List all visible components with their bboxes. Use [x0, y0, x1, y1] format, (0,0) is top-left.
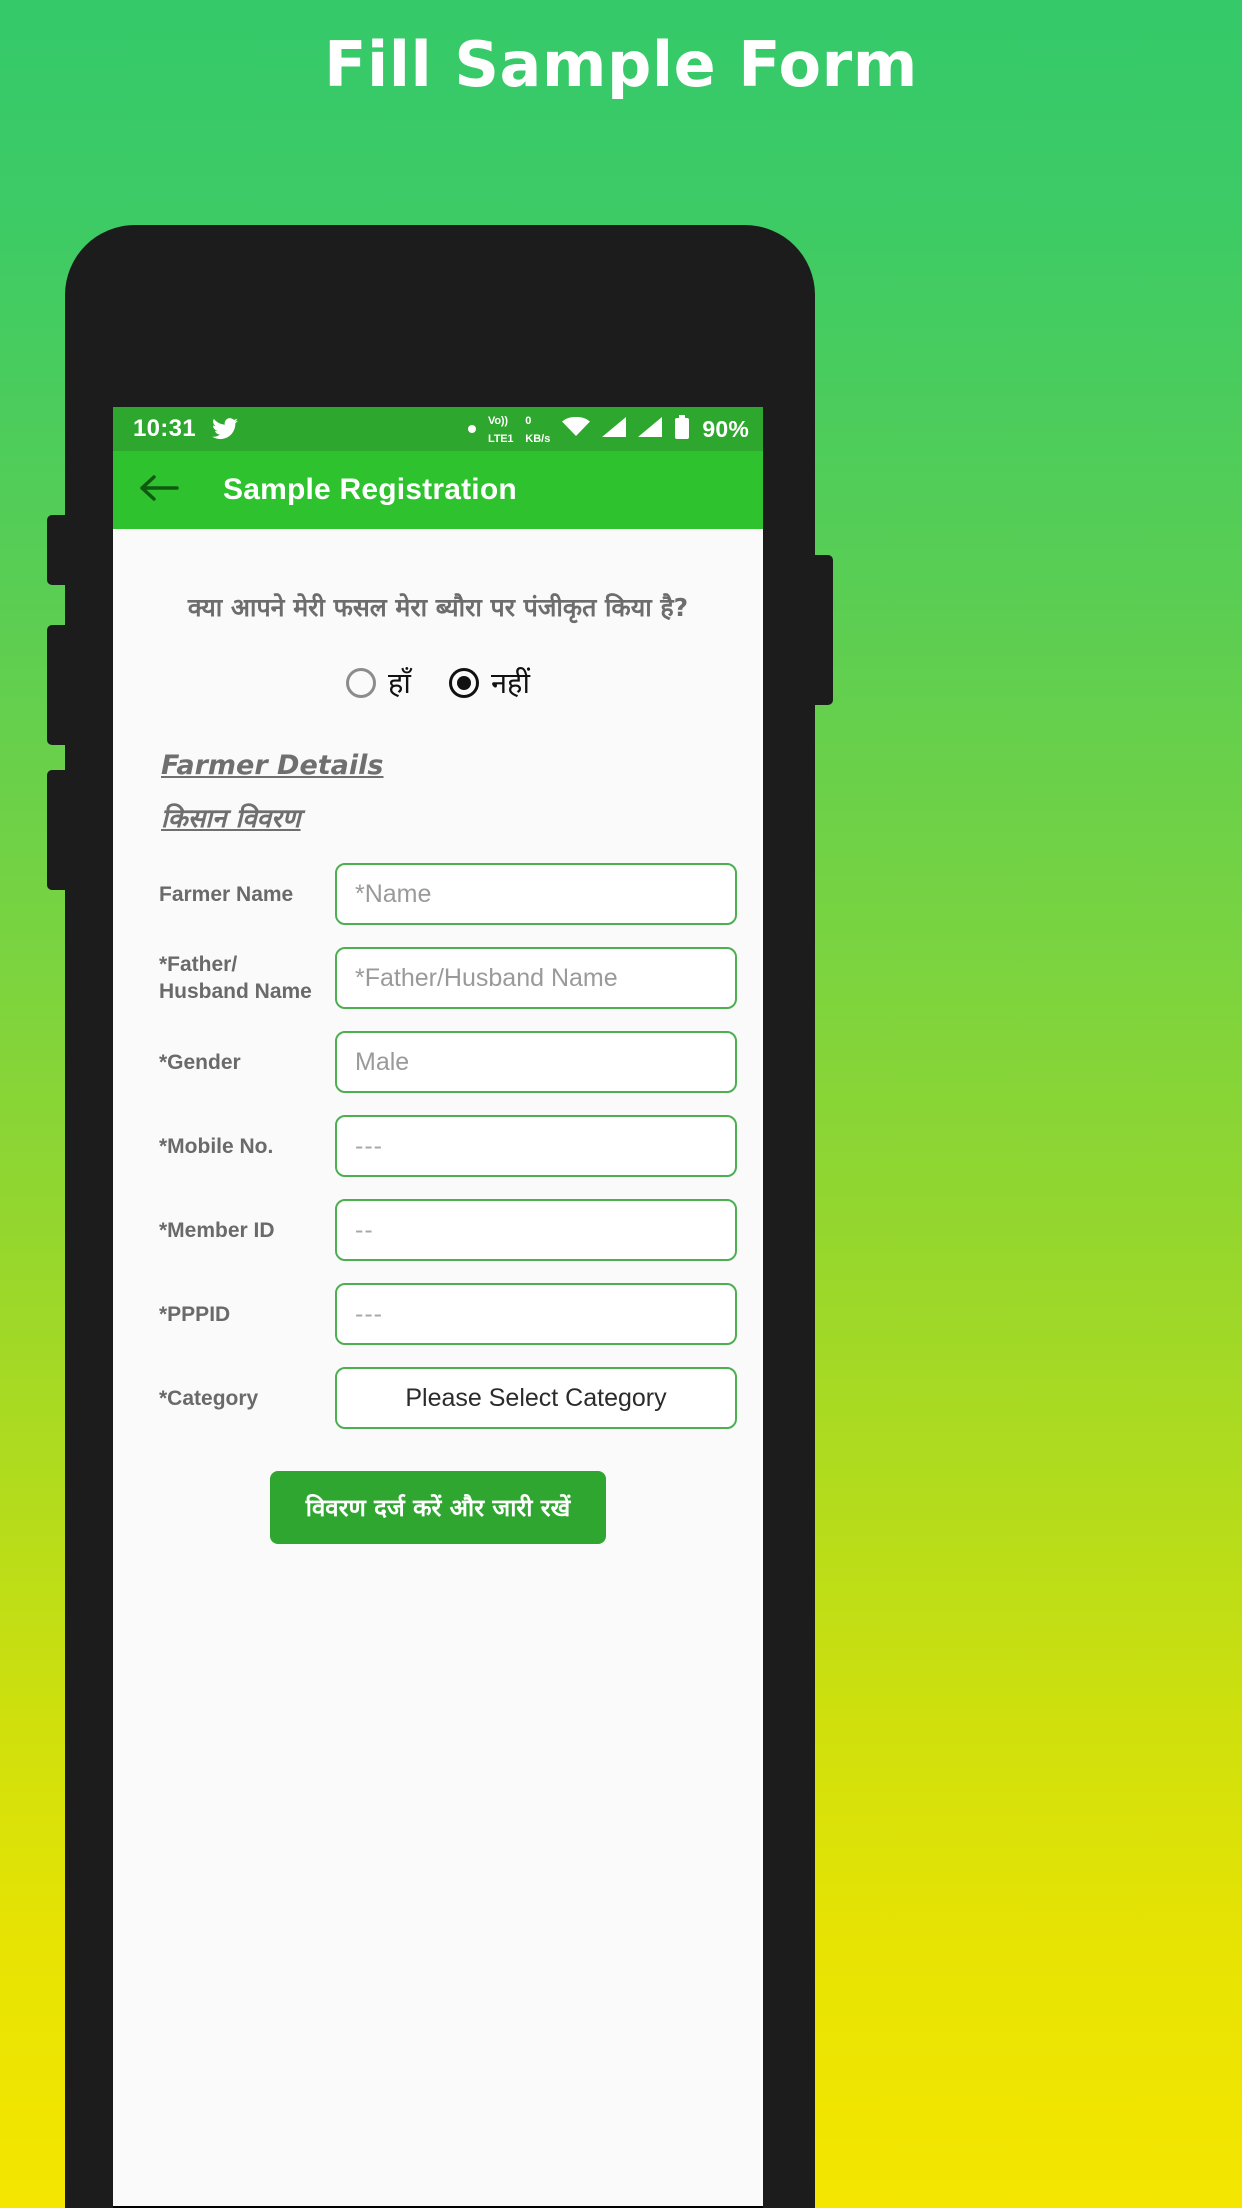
input-member-id[interactable]: --: [335, 1199, 737, 1261]
submit-button-container: विवरण दर्ज करें और जारी रखें: [139, 1471, 737, 1544]
label-pppid: *PPPID: [159, 1302, 231, 1326]
phone-volume-up-button: [47, 625, 67, 745]
select-category[interactable]: Please Select Category: [335, 1367, 737, 1429]
label-gender: *Gender: [159, 1050, 241, 1074]
phone-volume-down-button: [47, 770, 67, 890]
wifi-icon: [562, 416, 591, 442]
form-content: क्या आपने मेरी फसल मेरा ब्यौरा पर पंजीकृ…: [113, 591, 763, 2208]
phone-screen: 10:31 Vo)) LTE1 0 KB/s 90% Sample Regist…: [113, 407, 763, 2208]
back-arrow-icon[interactable]: [139, 473, 179, 508]
input-mobile-no[interactable]: ---: [335, 1115, 737, 1177]
page-title: Fill Sample Form: [324, 28, 918, 101]
label-mobile-no: *Mobile No.: [159, 1134, 274, 1158]
radio-circle-icon-yes[interactable]: [346, 667, 377, 698]
form-row-pppid: *PPPID ---: [139, 1283, 737, 1345]
form-row-father-husband-name: *Father/Husband Name *Father/Husband Nam…: [139, 947, 737, 1009]
radio-label-yes: हाँ: [388, 666, 411, 700]
label-member-id: *Member ID: [159, 1218, 275, 1242]
app-bar: Sample Registration: [113, 451, 763, 529]
form-row-category: *Category Please Select Category: [139, 1367, 737, 1429]
label-category: *Category: [159, 1386, 259, 1410]
radio-circle-icon-no[interactable]: [448, 667, 479, 698]
battery-icon: [674, 414, 690, 444]
data-rate-indicator: 0 KB/s: [525, 415, 551, 445]
dot-indicator-icon: [468, 425, 477, 433]
app-bar-title: Sample Registration: [223, 473, 517, 506]
status-bar: 10:31 Vo)) LTE1 0 KB/s 90%: [113, 407, 763, 451]
section-title-hi: किसान विवरण: [161, 804, 301, 834]
radio-label-no: नहीं: [490, 666, 530, 700]
label-father-husband-name: *Father/Husband Name: [159, 953, 312, 1003]
input-father-husband-name[interactable]: *Father/Husband Name: [335, 947, 737, 1009]
input-pppid[interactable]: ---: [335, 1283, 737, 1345]
form-row-member-id: *Member ID --: [139, 1199, 737, 1261]
label-farmer-name: Farmer Name: [159, 882, 294, 906]
radio-option-yes[interactable]: हाँ: [346, 663, 411, 702]
registration-radio-group: हाँ नहीं: [139, 663, 737, 702]
twitter-icon: [211, 418, 238, 440]
form-row-farmer-name: Farmer Name *Name: [139, 863, 737, 925]
radio-option-no[interactable]: नहीं: [448, 663, 530, 702]
registration-question: क्या आपने मेरी फसल मेरा ब्यौरा पर पंजीकृ…: [187, 593, 689, 622]
phone-side-button-top: [47, 515, 67, 585]
volte-icon: Vo)) LTE1: [488, 415, 514, 445]
signal-bars-icon-1: [602, 416, 627, 442]
form-row-gender: *Gender Male: [139, 1031, 737, 1093]
phone-power-button: [813, 555, 833, 705]
signal-bars-icon-2: [638, 416, 663, 442]
battery-percent-label: 90%: [702, 415, 749, 442]
section-title-en: Farmer Details: [161, 750, 384, 781]
input-gender[interactable]: Male: [335, 1031, 737, 1093]
status-bar-clock: 10:31: [133, 415, 196, 442]
form-row-mobile-no: *Mobile No. ---: [139, 1115, 737, 1177]
input-farmer-name[interactable]: *Name: [335, 863, 737, 925]
farmer-details-form: Farmer Name *Name *Father/Husband Name *…: [139, 863, 737, 1429]
phone-frame: 10:31 Vo)) LTE1 0 KB/s 90% Sample Regist…: [47, 225, 833, 2208]
status-bar-icons: Vo)) LTE1 0 KB/s 90%: [468, 411, 749, 447]
submit-button[interactable]: विवरण दर्ज करें और जारी रखें: [269, 1471, 607, 1544]
